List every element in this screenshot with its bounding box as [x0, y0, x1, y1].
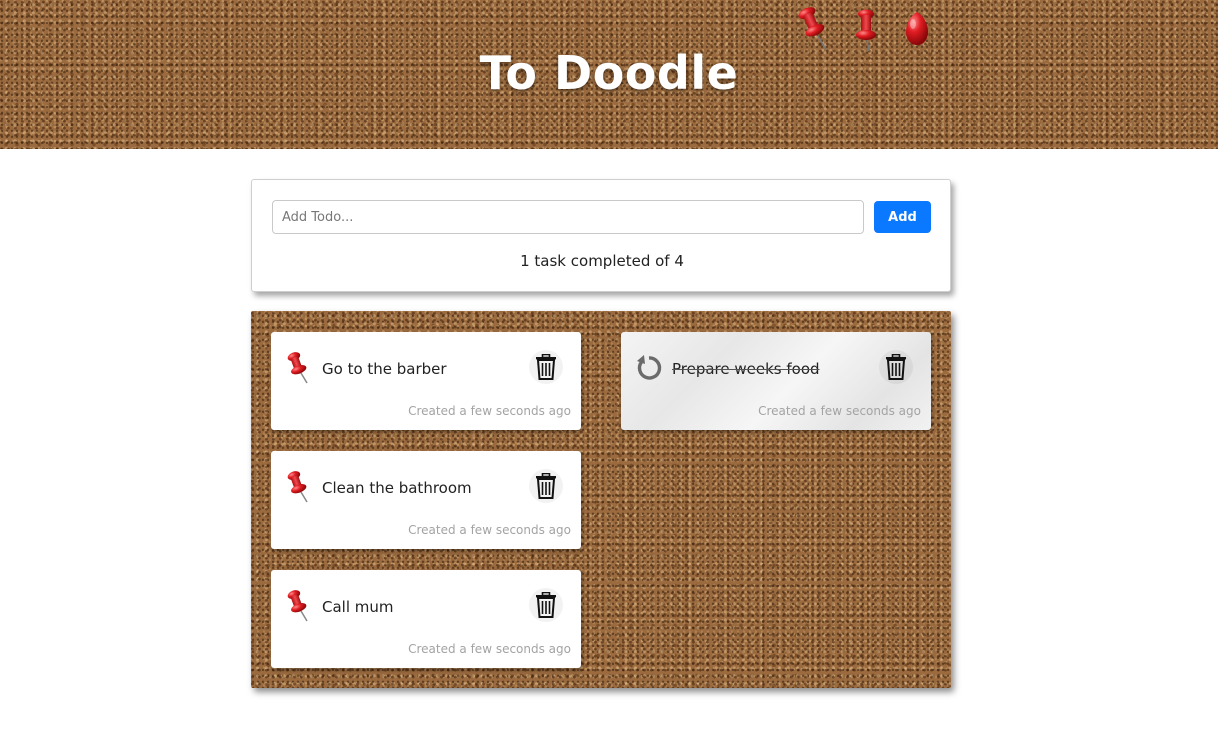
trash-icon[interactable] [529, 469, 563, 503]
todo-title[interactable]: Clean the bathroom [322, 479, 472, 497]
add-button[interactable]: Add [874, 201, 931, 233]
trash-icon[interactable] [879, 350, 913, 384]
pushpin-icon[interactable] [285, 589, 313, 623]
pushpin-icon[interactable] [285, 470, 313, 504]
todo-created-time: Created a few seconds ago [408, 523, 571, 537]
todo-card: Call mum Created a few seconds ago [271, 570, 581, 668]
trash-icon[interactable] [529, 350, 563, 384]
todo-board: Go to the barber Created a few seconds a… [251, 311, 951, 688]
completion-counter: 1 task completed of 4 [520, 252, 684, 270]
todo-card: Clean the bathroom Created a few seconds… [271, 451, 581, 549]
pushpin-icon[interactable] [285, 351, 313, 385]
todo-title[interactable]: Go to the barber [322, 360, 447, 378]
add-todo-panel: Add 1 task completed of 4 [251, 179, 951, 292]
todo-title[interactable]: Prepare weeks food [672, 360, 820, 378]
undo-icon[interactable] [635, 351, 663, 385]
pushpin-front-icon [900, 10, 934, 50]
todo-card-completed: Prepare weeks food Created a few seconds… [621, 332, 931, 430]
todo-card: Go to the barber Created a few seconds a… [271, 332, 581, 430]
todo-created-time: Created a few seconds ago [408, 404, 571, 418]
todo-created-time: Created a few seconds ago [408, 642, 571, 656]
page-title: To Doodle [479, 46, 739, 100]
trash-icon[interactable] [529, 588, 563, 622]
todo-created-time: Created a few seconds ago [758, 404, 921, 418]
header-banner: To Doodle [0, 0, 1218, 149]
add-todo-input[interactable] [272, 200, 864, 234]
todo-title[interactable]: Call mum [322, 598, 394, 616]
